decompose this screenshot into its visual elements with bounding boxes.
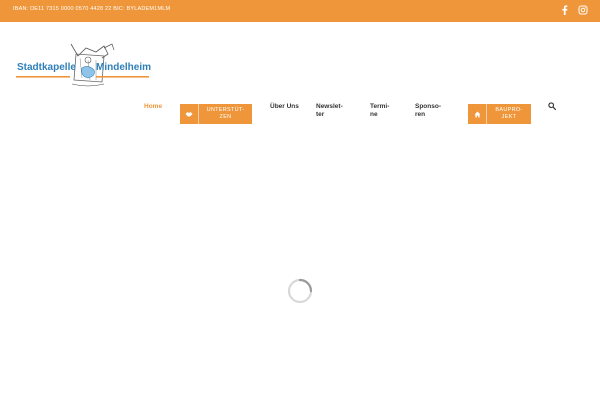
top-bar: IBAN: DE11 7315 0000 0570 4428 22 BIC: B… [0, 0, 600, 22]
site-header: Stadtkapelle Mindelheim Home UNTERSTÜT- … [0, 22, 600, 132]
nav-newsletter[interactable]: Newslet- ter [316, 103, 343, 119]
nav-support-button[interactable]: UNTERSTÜT- ZEN [180, 104, 252, 124]
nav-about[interactable]: Über Uns [270, 103, 299, 111]
iban-text: IBAN: DE11 7315 0000 0570 4428 22 BIC: B… [13, 6, 171, 12]
handshake-icon [180, 104, 198, 124]
nav-home[interactable]: Home [144, 103, 162, 111]
social-links [560, 5, 588, 15]
nav-building-project-label: BAUPRO- JEKT [495, 107, 523, 120]
home-icon [468, 104, 486, 124]
nav-building-project-button[interactable]: BAUPRO- JEKT [468, 104, 531, 124]
loading-spinner [287, 278, 313, 304]
nav-dates[interactable]: Termi- ne [370, 103, 389, 119]
facebook-icon[interactable] [560, 5, 570, 15]
nav-support-label: UNTERSTÜT- ZEN [206, 107, 245, 120]
search-icon[interactable] [548, 102, 556, 110]
nav-sponsors[interactable]: Sponso- ren [415, 103, 441, 119]
instagram-icon[interactable] [578, 5, 588, 15]
main-navigation: Home UNTERSTÜT- ZEN Über Uns Newslet- te… [0, 22, 600, 132]
